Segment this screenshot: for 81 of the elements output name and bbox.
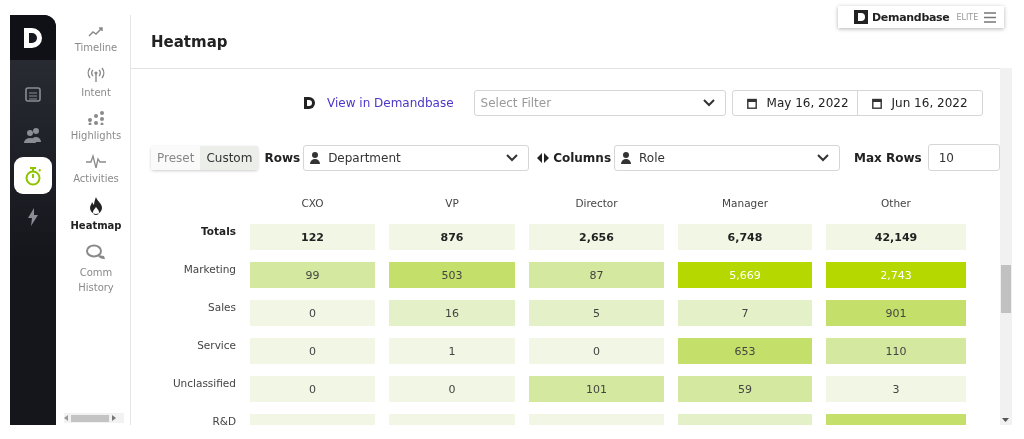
row-header: Unclassified	[171, 376, 236, 391]
column-header: CXO	[300, 197, 325, 211]
columns-select[interactable]: Role	[614, 144, 841, 171]
heat-cell: 0	[389, 376, 515, 402]
heat-cell: 42,149	[826, 224, 966, 250]
people-group-icon	[86, 111, 106, 125]
heat-cell: 3	[826, 376, 966, 402]
pulse-icon	[86, 154, 106, 168]
lightning-icon	[27, 207, 39, 226]
heat-cell: 101	[529, 376, 664, 402]
heat-cell: 5	[529, 300, 664, 326]
heat-cell: 16	[389, 300, 515, 326]
scrollbar[interactable]	[1000, 68, 1012, 425]
scrollbar[interactable]	[64, 413, 124, 423]
rows-label: Rows	[264, 150, 301, 165]
tier-label: ELITE	[956, 12, 980, 22]
mode-tab[interactable]: Custom	[200, 145, 259, 170]
nav-item[interactable]: Activities	[66, 154, 126, 186]
heat-cell: 0	[529, 338, 664, 364]
row-header: Sales	[207, 300, 236, 315]
logo-icon	[854, 10, 868, 24]
column-header: Manager	[721, 197, 769, 211]
row-header: R&D	[211, 414, 236, 425]
heat-cell: 1	[389, 338, 515, 364]
brand-name: Demandbase	[872, 10, 950, 24]
heat-cell: 87	[529, 262, 664, 288]
person-icon	[621, 151, 632, 164]
menu-icon[interactable]	[984, 11, 996, 23]
columns-label: Columns	[553, 150, 612, 165]
heat-cell: 0	[250, 376, 375, 402]
heat-cell: 6,748	[678, 224, 812, 250]
row-header: Marketing	[182, 262, 236, 277]
heat-cell: 876	[389, 224, 515, 250]
view-link[interactable]: View in Demandbase	[327, 96, 454, 110]
heat-cell: 0	[250, 300, 375, 326]
logo-icon	[303, 96, 317, 110]
person-icon	[310, 151, 321, 164]
scroll-thumb[interactable]	[71, 414, 109, 422]
row-header: Service	[196, 338, 236, 353]
down-arrow-icon[interactable]	[1002, 418, 1009, 422]
scroll-thumb[interactable]	[1001, 265, 1011, 313]
heat-cell: 99	[250, 262, 375, 288]
signal-icon	[86, 66, 106, 82]
logo-icon	[10, 15, 56, 60]
column-header: Other	[880, 197, 912, 211]
chevron-icon	[817, 153, 830, 162]
column-header: Director	[574, 197, 619, 211]
heat-cell: 901	[826, 300, 966, 326]
stopwatch-icon	[24, 165, 42, 186]
rail-button[interactable]	[14, 157, 52, 194]
page-title: Heatmap	[151, 32, 228, 51]
nav-item[interactable]: Heatmap	[66, 197, 126, 233]
heat-cell: 59	[678, 376, 812, 402]
nav-item[interactable]: Timeline	[66, 27, 126, 55]
heat-cell: 110	[826, 338, 966, 364]
nav-item[interactable]: Comm History	[66, 244, 126, 295]
trend-icon	[88, 27, 104, 37]
right-arrow-icon[interactable]	[112, 415, 116, 421]
heat-cell: 7	[678, 300, 812, 326]
max-rows-input[interactable]: 10	[927, 144, 1000, 171]
heat-cell: 2,743	[826, 262, 966, 288]
left-arrow-icon[interactable]	[64, 415, 68, 421]
mode-tab[interactable]: Preset	[151, 145, 201, 170]
max-rows-label: Max Rows	[854, 150, 922, 165]
nav-item[interactable]: Highlights	[66, 111, 126, 143]
heat-cell: 122	[250, 224, 375, 250]
row-header: Totals	[200, 224, 236, 239]
nav-item[interactable]: Intent	[66, 66, 126, 100]
heat-cell: 653	[678, 338, 812, 364]
chevron-icon	[506, 153, 519, 162]
flame-icon	[89, 197, 103, 215]
heat-cell: 0	[250, 338, 375, 364]
heat-cell: 2,656	[529, 224, 664, 250]
column-header: VP	[444, 197, 460, 211]
calendar-icon	[25, 85, 41, 102]
rows-select[interactable]: Department	[303, 144, 530, 171]
swap-icon	[537, 152, 550, 163]
people-icon	[23, 126, 43, 143]
heat-cell: 503	[389, 262, 515, 288]
heat-cell: 5,669	[678, 262, 812, 288]
chevron-icon	[702, 99, 715, 107]
